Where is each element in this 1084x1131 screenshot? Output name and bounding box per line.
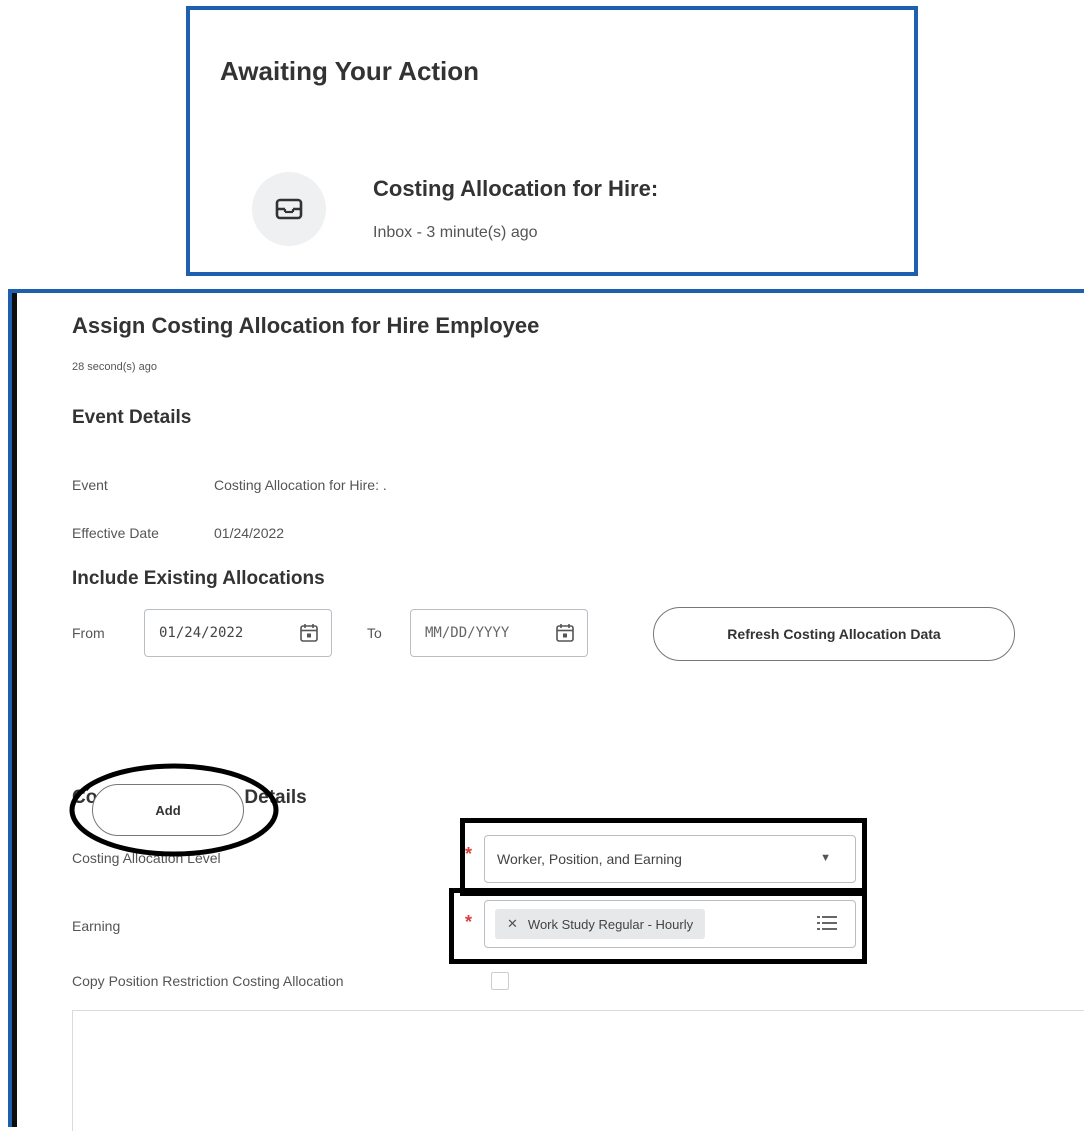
- awaiting-action-card: Awaiting Your Action Costing Allocation …: [186, 6, 918, 276]
- required-marker: *: [465, 844, 473, 864]
- inbox-item-subtitle: Inbox - 3 minute(s) ago: [373, 224, 538, 241]
- effective-date-value: 01/24/2022: [214, 525, 285, 541]
- from-date-value: 01/24/2022: [159, 625, 244, 641]
- copy-position-restriction-checkbox[interactable]: [491, 972, 509, 990]
- calendar-icon[interactable]: [555, 623, 575, 647]
- task-timestamp: 28 second(s) ago: [72, 361, 157, 373]
- to-date-placeholder: MM/DD/YYYY: [425, 625, 510, 641]
- add-button[interactable]: Add: [92, 784, 244, 836]
- earning-multiselect[interactable]: ✕ Work Study Regular - Hourly: [484, 900, 856, 948]
- required-marker: *: [465, 912, 473, 932]
- remove-x-icon[interactable]: ✕: [507, 916, 518, 932]
- earning-pill-label: Work Study Regular - Hourly: [527, 916, 694, 932]
- awaiting-action-title: Awaiting Your Action: [220, 56, 480, 86]
- page-title: Assign Costing Allocation for Hire Emplo…: [72, 313, 540, 338]
- from-label: From: [72, 625, 105, 641]
- event-label: Event: [72, 477, 108, 493]
- earning-pill[interactable]: ✕ Work Study Regular - Hourly: [495, 909, 706, 939]
- effective-date-label: Effective Date: [72, 525, 159, 541]
- costing-allocation-level-label: Costing Allocation Level: [72, 850, 221, 866]
- event-details-heading: Event Details: [72, 407, 192, 428]
- dropdown-arrow-icon[interactable]: ▼: [820, 852, 831, 864]
- refresh-costing-allocation-button[interactable]: Refresh Costing Allocation Data: [653, 607, 1015, 661]
- panel-edge: [12, 293, 17, 1127]
- copy-position-restriction-label: Copy Position Restriction Costing Alloca…: [72, 973, 344, 989]
- task-panel: Assign Costing Allocation for Hire Emplo…: [8, 289, 1084, 1131]
- costing-allocation-level-select[interactable]: Worker, Position, and Earning ▼: [484, 835, 856, 883]
- calendar-icon[interactable]: [299, 623, 319, 647]
- include-existing-heading: Include Existing Allocations: [72, 568, 325, 589]
- to-date-input[interactable]: MM/DD/YYYY: [410, 609, 588, 657]
- earning-label: Earning: [72, 918, 121, 934]
- list-icon[interactable]: [817, 915, 837, 936]
- from-date-input[interactable]: 01/24/2022: [144, 609, 332, 657]
- event-value: Costing Allocation for Hire: .: [214, 477, 387, 493]
- costing-allocation-level-value: Worker, Position, and Earning: [497, 851, 682, 867]
- inbox-item-title[interactable]: Costing Allocation for Hire:: [373, 176, 658, 202]
- to-label: To: [367, 625, 382, 641]
- inbox-icon[interactable]: [252, 172, 326, 246]
- allocation-grid: [72, 1010, 1084, 1131]
